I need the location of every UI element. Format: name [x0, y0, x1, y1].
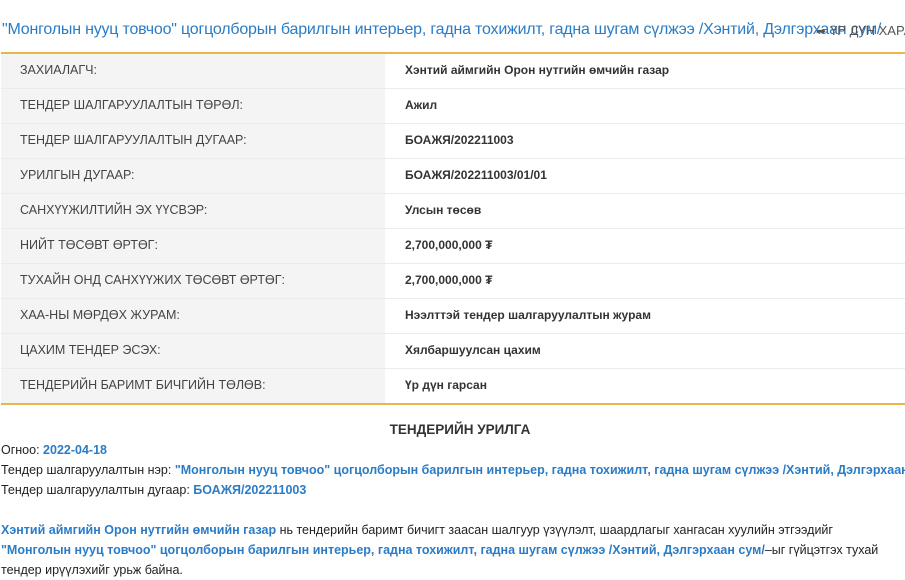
tender-name-value: "Монголын нууц товчоо" цогцолборын барил… [174, 463, 905, 477]
details-row-value: Үр дүн гарсан [405, 378, 487, 392]
tender-number-label: Тендер шалгаруулалтын дугаар: [1, 483, 194, 497]
date-label: Огноо: [1, 443, 44, 457]
details-row-value: Ажил [405, 98, 438, 112]
details-row-label: ТУХАЙН ОНД САНХҮҮЖИХ ТӨСӨВТ ӨРТӨГ: [1, 264, 385, 298]
view-results-link[interactable]: ➦ҮР ДҮН ХАРАХ [816, 23, 905, 38]
body-organization: Хэнтий аймгийн Орон нутгийн өмчийн газар [1, 523, 277, 537]
details-row-value: Улсын төсөв [405, 203, 482, 217]
details-row-value: 2,700,000,000 ₮ [405, 273, 493, 287]
tender-name-label: Тендер шалгаруулалтын нэр: [1, 463, 175, 477]
header-bar: "Монголын нууц товчоо" цогцолборын барил… [0, 0, 905, 52]
details-row-value: Нээлттэй тендер шалгаруулалтын журам [405, 308, 651, 322]
date-value: 2022-04-18 [43, 443, 107, 457]
details-row: НИЙТ ТӨСӨВТ ӨРТӨГ: 2,700,000,000 ₮ [1, 229, 905, 264]
details-row: УРИЛГЫН ДУГААР: БОАЖЯ/202211003/01/01 [1, 159, 905, 194]
details-row-value: Хэнтий аймгийн Орон нутгийн өмчийн газар [405, 63, 670, 77]
tender-details-table: ЗАХИАЛАГЧ: Хэнтий аймгийн Орон нутгийн өм… [1, 52, 905, 405]
details-row: САНХҮҮЖИЛТИЙН ЭХ ҮҮСВЭР: Улсын төсөв [1, 194, 905, 229]
details-row-label: ХАА-НЫ МӨРДӨХ ЖУРАМ: [1, 299, 385, 333]
details-row-value: Хялбаршуулсан цахим [405, 343, 541, 357]
details-row: ТЕНДЕРИЙН БАРИМТ БИЧГИЙН ТӨЛӨВ: Үр дүн га… [1, 369, 905, 403]
details-row: ТУХАЙН ОНД САНХҮҮЖИХ ТӨСӨВТ ӨРТӨГ: 2,700,… [1, 264, 905, 299]
details-row-label: ТЕНДЕРИЙН БАРИМТ БИЧГИЙН ТӨЛӨВ: [1, 369, 385, 403]
body-project-name: "Монголын нууц товчоо" цогцолборын барил… [1, 543, 765, 557]
invitation-body: Хэнтий аймгийн Орон нутгийн өмчийн газар… [1, 520, 901, 580]
invitation-number-line: Тендер шалгаруулалтын дугаар: БОАЖЯ/2022… [1, 483, 306, 497]
details-row-label: ЗАХИАЛАГЧ: [1, 54, 385, 88]
body-middle-text: нь тендерийн баримт бичигт заасан шалгуу… [276, 523, 833, 537]
details-row-label: УРИЛГЫН ДУГААР: [1, 159, 385, 193]
details-row-label: ЦАХИМ ТЕНДЕР ЭСЭХ: [1, 334, 385, 368]
tender-number-value: БОАЖЯ/202211003 [193, 483, 307, 497]
invitation-date-line: Огноо: 2022-04-18 [1, 443, 107, 457]
details-row: ТЕНДЕР ШАЛГАРУУЛАЛТЫН ДУГААР: БОАЖЯ/20221… [1, 124, 905, 159]
details-row-label: НИЙТ ТӨСӨВТ ӨРТӨГ: [1, 229, 385, 263]
details-row-value: 2,700,000,000 ₮ [405, 238, 493, 252]
invitation-title: ТЕНДЕРИЙН УРИЛГА [389, 422, 531, 437]
view-results-label: ҮР ДҮН ХАРАХ [830, 23, 905, 38]
details-row-label: ТЕНДЕР ШАЛГАРУУЛАЛТЫН ТӨРӨЛ: [1, 89, 385, 123]
page-title: "Монголын нууц товчоо" цогцолборын барил… [2, 21, 882, 38]
details-row-value: БОАЖЯ/202211003/01/01 [405, 168, 547, 182]
details-row-value: БОАЖЯ/202211003 [405, 133, 514, 147]
details-row-label: САНХҮҮЖИЛТИЙН ЭХ ҮҮСВЭР: [1, 194, 385, 228]
sign-out-icon: ➦ [816, 24, 827, 38]
details-row: ХАА-НЫ МӨРДӨХ ЖУРАМ: Нээлттэй тендер шалг… [1, 299, 905, 334]
details-row-label: ТЕНДЕР ШАЛГАРУУЛАЛТЫН ДУГААР: [1, 124, 385, 158]
details-row: ЗАХИАЛАГЧ: Хэнтий аймгийн Орон нутгийн өм… [1, 54, 905, 89]
invitation-name-line: Тендер шалгаруулалтын нэр: "Монголын нуу… [1, 463, 905, 477]
details-row: ТЕНДЕР ШАЛГАРУУЛАЛТЫН ТӨРӨЛ: Ажил [1, 89, 905, 124]
details-row: ЦАХИМ ТЕНДЕР ЭСЭХ: Хялбаршуулсан цахим [1, 334, 905, 369]
